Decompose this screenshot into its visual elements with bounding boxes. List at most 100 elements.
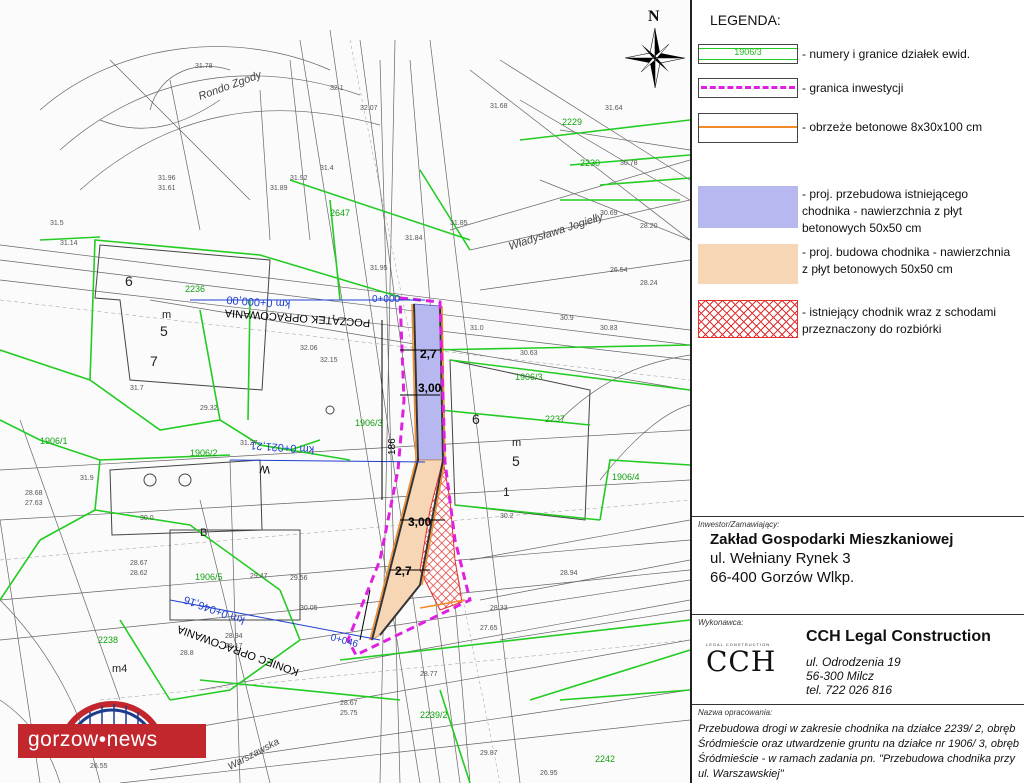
investor-name: Zakład Gospodarki Mieszkaniowej (710, 531, 954, 548)
svg-text:28.67: 28.67 (130, 560, 148, 567)
width-label-3: 3,00 (408, 515, 432, 529)
map-labels: Rondo Zgody Władysława Jogiełły Warszaws… (40, 68, 640, 772)
width-label-2: 3,00 (418, 381, 442, 395)
building-6-right: 6 (472, 411, 480, 427)
building-1-right: 1 (503, 485, 510, 499)
svg-text:29.87: 29.87 (480, 750, 498, 757)
parcel-label-2229: 2229 (562, 117, 582, 127)
svg-text:32.06: 32.06 (300, 345, 318, 352)
north-arrow-icon (624, 27, 686, 89)
building-5-right: 5 (512, 453, 520, 469)
parcel-label-1906-2: 1906/2 (190, 448, 218, 458)
investor-divider (692, 516, 1024, 517)
title-block: LEGENDA: 1906/3 - numery i granice dział… (690, 0, 1024, 783)
svg-text:30.05: 30.05 (300, 605, 318, 612)
parcel-label-2236: 2236 (185, 284, 205, 294)
svg-text:26.95: 26.95 (540, 770, 558, 777)
svg-text:30.9: 30.9 (560, 315, 574, 322)
legend-symbol-curb (698, 113, 798, 143)
parcel-label-2238: 2238 (98, 635, 118, 645)
svg-text:27.63: 27.63 (25, 500, 43, 507)
svg-text:31.27: 31.27 (240, 440, 258, 447)
svg-text:28.94: 28.94 (560, 570, 578, 577)
svg-text:30.69: 30.69 (600, 210, 618, 217)
contractor-address-2: 56-300 Milcz (806, 669, 875, 683)
legend-symbol-boundary (698, 78, 798, 98)
parcel-label-2647: 2647 (330, 208, 350, 218)
svg-text:27.65: 27.65 (480, 625, 498, 632)
street-label-rondo: Rondo Zgody (197, 68, 265, 102)
contractor-divider (692, 614, 1024, 615)
label-m4: m4 (112, 663, 127, 675)
building-m-right: m (512, 437, 521, 449)
parcel-label-1906-3: 1906/3 (355, 418, 383, 428)
svg-text:28.68: 28.68 (25, 490, 43, 497)
svg-text:25.75: 25.75 (340, 710, 358, 717)
legend-text-boundary: - granica inwestycji (802, 81, 904, 95)
project-description: Przebudowa drogi w zakresie chodnika na … (698, 723, 1020, 780)
legend-text-new-sidewalk: - proj. budowa chodnika - nawierzchnia z… (802, 245, 1011, 276)
legend-symbol-parcel-number: 1906/3 (734, 47, 762, 57)
contractor-address: ul. Odrodzenia 19 56-300 Milcz tel. 722 … (806, 655, 901, 697)
investor-heading: Inwestor/Zamawiający: (698, 520, 780, 529)
parcel-label-1906-1: 1906/1 (40, 436, 68, 446)
building-5-left: 5 (160, 323, 168, 339)
start-label: POCZĄTEK OPRACOWANIA (224, 306, 371, 328)
width-label-4: 2,7 (395, 564, 412, 578)
svg-text:28.67: 28.67 (340, 700, 358, 707)
svg-text:28.8: 28.8 (180, 650, 194, 657)
svg-text:29.47: 29.47 (250, 573, 268, 580)
svg-text:28.33: 28.33 (490, 605, 508, 612)
svg-text:31.96: 31.96 (158, 175, 176, 182)
legend-symbol-rebuild (698, 186, 798, 228)
legend-symbol-new-sidewalk (698, 244, 798, 284)
end-label: KONIEC OPRACOWANIA (175, 622, 301, 677)
svg-text:32.15: 32.15 (320, 357, 338, 364)
legend-symbol-parcels: 1906/3 (698, 44, 798, 64)
svg-text:28.77: 28.77 (420, 671, 438, 678)
svg-text:31.14: 31.14 (60, 240, 78, 247)
svg-text:28.24: 28.24 (640, 280, 658, 287)
svg-text:31.92: 31.92 (290, 175, 308, 182)
svg-text:31.78: 31.78 (195, 63, 213, 70)
project-divider (692, 704, 1024, 705)
parcel-label-2239-2: 2239/2 (420, 710, 448, 720)
legend-text-rebuild: - proj. przebudowa istniejącego chodnika… (802, 187, 969, 235)
svg-text:28.17: 28.17 (225, 643, 243, 650)
width-label-1: 2,7 (420, 347, 437, 361)
contractor-address-1: ul. Odrodzenia 19 (806, 655, 901, 669)
svg-text:31.9: 31.9 (80, 475, 94, 482)
street-label-warszawska: Warszawska (226, 736, 281, 772)
svg-text:30.2: 30.2 (500, 513, 514, 520)
parcel-label-1906-3b: 1906/3 (515, 372, 543, 382)
parcel-label-2237: 2237 (545, 414, 565, 424)
legend-text-demolition: - istniejący chodnik wraz z schodami prz… (802, 305, 997, 336)
svg-text:29.56: 29.56 (290, 575, 308, 582)
watermark-text-news: news (106, 728, 158, 751)
svg-text:31.7: 31.7 (130, 385, 144, 392)
investor-block: Zakład Gospodarki Mieszkaniowej ul. Wełn… (710, 530, 953, 587)
svg-text:30.78: 30.78 (620, 160, 638, 167)
start-km-line-label: 0+000 (372, 294, 401, 305)
svg-text:32.1: 32.1 (330, 85, 344, 92)
parcel-label-2242: 2242 (595, 754, 615, 764)
svg-text:28.94: 28.94 (225, 633, 243, 640)
site-plan-map: Rondo Zgody Władysława Jogiełły Warszaws… (0, 0, 690, 783)
svg-text:30.0: 30.0 (140, 515, 154, 522)
svg-text:31.95: 31.95 (370, 265, 388, 272)
watermark-text-gorzow: gorzow (28, 728, 99, 751)
north-label: N (648, 8, 660, 25)
map-drawing: Rondo Zgody Władysława Jogiełły Warszaws… (0, 27, 690, 783)
svg-text:31.84: 31.84 (405, 235, 423, 242)
svg-text:29.32: 29.32 (200, 405, 218, 412)
gorzow-news-watermark: gorzow•news (18, 694, 206, 764)
legend-symbol-demolition (698, 300, 798, 338)
building-7-left: 7 (150, 353, 158, 369)
svg-text:31.4: 31.4 (320, 165, 334, 172)
parcel-label-1906-4: 1906/4 (612, 472, 640, 482)
project-heading: Nazwa opracowania: (698, 708, 773, 717)
watermark-dot: • (98, 728, 107, 751)
parcel-label-2230: 2230 (580, 158, 600, 168)
mid-km-label: km 0+021,21 (250, 439, 315, 455)
parcel-label-1906-5: 1906/5 (195, 572, 223, 582)
